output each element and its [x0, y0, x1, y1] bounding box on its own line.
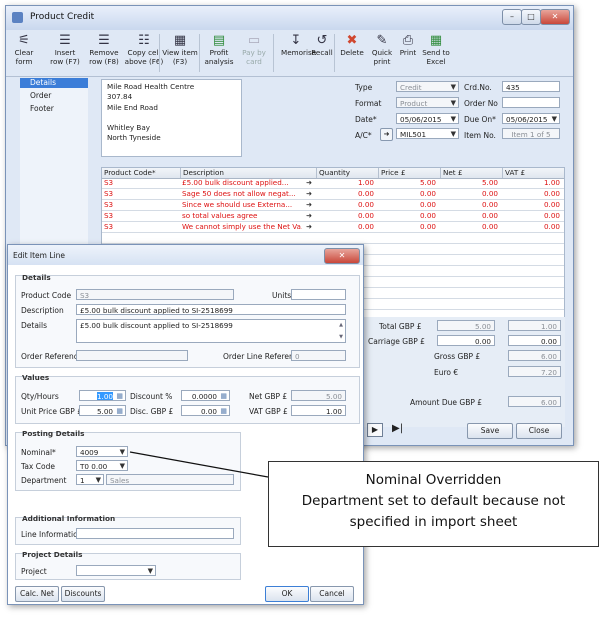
callout-line	[129, 451, 269, 478]
annotation-callout: Nominal Overridden Department set to def…	[268, 461, 599, 547]
callout-line-2: Department set to default because not	[301, 493, 566, 509]
callout-line-3: specified in import sheet	[349, 514, 518, 530]
callout-line-1: Nominal Overridden	[365, 472, 502, 488]
